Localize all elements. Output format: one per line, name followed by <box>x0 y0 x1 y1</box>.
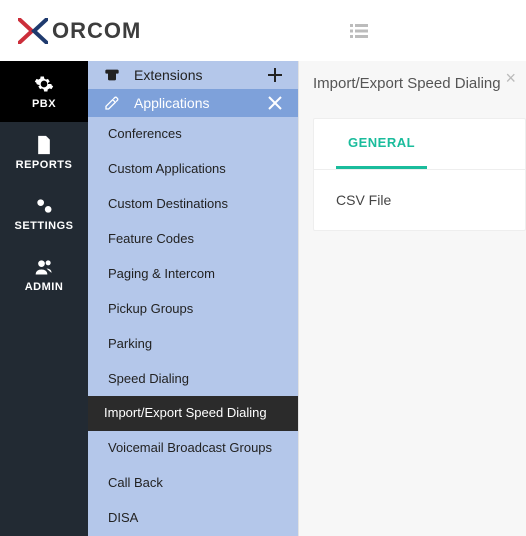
submenu-item-disa[interactable]: DISA <box>88 501 298 536</box>
nav-label: SETTINGS <box>14 220 73 232</box>
submenu-item-call-back[interactable]: Call Back <box>88 466 298 501</box>
primary-nav: PBX REPORTS SETTINGS ADMIN <box>0 61 88 536</box>
submenu-item-pickup-groups[interactable]: Pickup Groups <box>88 292 298 327</box>
nav-label: REPORTS <box>16 159 73 171</box>
nav-item-pbx[interactable]: PBX <box>0 61 88 122</box>
brand-name: ORCOM <box>48 18 141 44</box>
settings-card: GENERAL CSV File <box>313 118 526 231</box>
applications-submenu: Conferences Custom Applications Custom D… <box>88 117 298 536</box>
users-icon <box>34 257 54 277</box>
submenu-item-voicemail-broadcast-groups[interactable]: Voicemail Broadcast Groups <box>88 431 298 466</box>
tab-general[interactable]: GENERAL <box>336 119 427 169</box>
panel-section-extensions[interactable]: Extensions <box>88 61 298 89</box>
nav-label: PBX <box>32 98 56 110</box>
app-header: ORCOM <box>0 0 526 61</box>
submenu-item-parking[interactable]: Parking <box>88 327 298 362</box>
panel-label: Extensions <box>134 67 254 83</box>
nav-item-settings[interactable]: SETTINGS <box>0 183 88 244</box>
page-title: Import/Export Speed Dialing <box>313 75 526 92</box>
field-label-csv: CSV File <box>336 192 391 208</box>
close-icon[interactable] <box>268 96 282 110</box>
document-icon <box>34 135 54 155</box>
edit-icon <box>104 95 120 111</box>
submenu-item-import-export-speed-dialing[interactable]: Import/Export Speed Dialing <box>88 396 298 431</box>
nav-item-reports[interactable]: REPORTS <box>0 122 88 183</box>
logo-mark-icon <box>18 18 48 44</box>
nav-item-admin[interactable]: ADMIN <box>0 244 88 305</box>
phone-icon <box>104 67 120 83</box>
content-area: × Import/Export Speed Dialing GENERAL CS… <box>298 61 526 536</box>
submenu-item-paging-intercom[interactable]: Paging & Intercom <box>88 257 298 292</box>
field-row-csv: CSV File <box>336 192 503 208</box>
close-panel-icon[interactable]: × <box>505 69 516 87</box>
panel-label: Applications <box>134 95 254 111</box>
submenu-item-custom-destinations[interactable]: Custom Destinations <box>88 187 298 222</box>
submenu-item-feature-codes[interactable]: Feature Codes <box>88 222 298 257</box>
tabs: GENERAL <box>314 119 525 170</box>
gears-icon <box>34 196 54 216</box>
panel-section-applications[interactable]: Applications <box>88 89 298 117</box>
brand-logo: ORCOM <box>18 18 141 44</box>
submenu-item-conferences[interactable]: Conferences <box>88 117 298 152</box>
submenu-item-custom-applications[interactable]: Custom Applications <box>88 152 298 187</box>
gear-icon <box>34 74 54 94</box>
secondary-panel: Extensions Applications Conferences Cust… <box>88 61 298 536</box>
plus-icon[interactable] <box>268 68 282 82</box>
list-view-icon[interactable] <box>350 24 368 38</box>
submenu-item-speed-dialing[interactable]: Speed Dialing <box>88 362 298 397</box>
nav-label: ADMIN <box>25 281 64 293</box>
